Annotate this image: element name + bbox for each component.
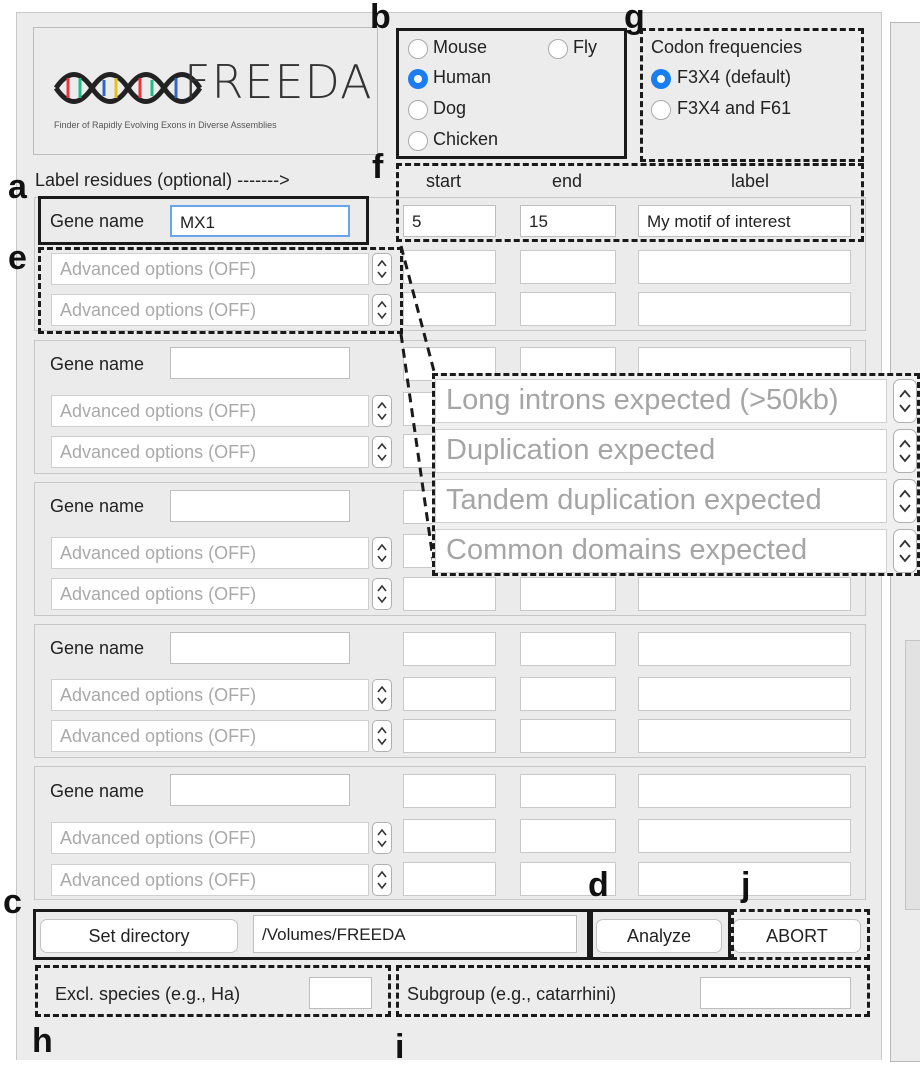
annotation-letter-g: g bbox=[624, 0, 645, 36]
residue-label-input[interactable] bbox=[638, 774, 851, 808]
residue-start-input[interactable] bbox=[403, 819, 496, 853]
annotation-box-g bbox=[640, 28, 864, 162]
annotation-box-h bbox=[35, 965, 391, 1017]
residue-end-input[interactable] bbox=[520, 719, 616, 753]
logo-tagline: Finder of Rapidly Evolving Exons in Dive… bbox=[54, 120, 277, 130]
residue-start-input[interactable] bbox=[403, 862, 496, 896]
advanced-option-long-introns[interactable]: Long introns expected (>50kb) bbox=[435, 379, 887, 423]
stepper-icon[interactable] bbox=[372, 679, 392, 711]
advanced-option-common-domains[interactable]: Common domains expected bbox=[435, 529, 887, 573]
logo-title: FREEDA bbox=[184, 55, 373, 109]
advanced-options-select[interactable]: Advanced options (OFF) bbox=[51, 720, 369, 752]
advanced-options-menu: Long introns expected (>50kb) Duplicatio… bbox=[432, 373, 920, 576]
residue-start-input[interactable] bbox=[403, 774, 496, 808]
stepper-icon[interactable] bbox=[372, 578, 392, 610]
residue-label-input[interactable] bbox=[638, 632, 851, 666]
annotation-box-f bbox=[396, 163, 864, 242]
annotation-letter-d: d bbox=[588, 866, 609, 904]
annotation-box-b bbox=[396, 28, 627, 159]
gene-name-label: Gene name bbox=[50, 638, 145, 658]
gene-name-input[interactable] bbox=[170, 490, 350, 522]
advanced-options-select[interactable]: Advanced options (OFF) bbox=[51, 822, 369, 854]
residue-label-input[interactable] bbox=[638, 250, 851, 284]
advanced-options-select[interactable]: Advanced options (OFF) bbox=[51, 864, 369, 896]
annotation-box-i bbox=[396, 965, 870, 1017]
annotation-letter-h: h bbox=[32, 1022, 53, 1060]
residue-label-input[interactable] bbox=[638, 292, 851, 326]
annotation-letter-b: b bbox=[370, 0, 391, 36]
residue-end-input[interactable] bbox=[520, 677, 616, 711]
annotation-box-a bbox=[38, 196, 369, 245]
residue-start-input[interactable] bbox=[403, 632, 496, 666]
annotation-letter-c: c bbox=[3, 883, 22, 921]
residue-label-input[interactable] bbox=[638, 819, 851, 853]
advanced-options-select[interactable]: Advanced options (OFF) bbox=[51, 537, 369, 569]
residue-end-input[interactable] bbox=[520, 250, 616, 284]
advanced-options-select[interactable]: Advanced options (OFF) bbox=[51, 436, 369, 468]
gene-name-label: Gene name bbox=[50, 496, 145, 516]
residue-start-input[interactable] bbox=[403, 577, 496, 611]
residue-end-input[interactable] bbox=[520, 819, 616, 853]
residue-label-input[interactable] bbox=[638, 577, 851, 611]
stepper-icon[interactable] bbox=[372, 395, 392, 427]
stepper-icon[interactable] bbox=[893, 429, 917, 473]
residue-start-input[interactable] bbox=[403, 677, 496, 711]
stepper-icon[interactable] bbox=[372, 720, 392, 752]
gene-name-input[interactable] bbox=[170, 347, 350, 379]
annotation-box-c bbox=[33, 909, 590, 960]
label-residues-title: Label residues (optional) -------> bbox=[35, 170, 290, 190]
annotation-letter-j: j bbox=[741, 866, 751, 904]
gene-name-label: Gene name bbox=[50, 354, 145, 374]
annotation-letter-f: f bbox=[372, 148, 384, 186]
annotation-letter-e: e bbox=[8, 239, 27, 277]
freeda-logo: FREEDA Finder of Rapidly Evolving Exons … bbox=[33, 27, 378, 155]
residue-end-input[interactable] bbox=[520, 774, 616, 808]
advanced-options-select[interactable]: Advanced options (OFF) bbox=[51, 578, 369, 610]
residue-end-input[interactable] bbox=[520, 632, 616, 666]
residue-label-input[interactable] bbox=[638, 719, 851, 753]
residue-end-input[interactable] bbox=[520, 577, 616, 611]
stepper-icon[interactable] bbox=[372, 537, 392, 569]
annotation-box-e bbox=[38, 247, 403, 334]
gene-name-label: Gene name bbox=[50, 781, 145, 801]
stepper-icon[interactable] bbox=[372, 864, 392, 896]
stepper-icon[interactable] bbox=[372, 822, 392, 854]
annotation-box-d bbox=[590, 909, 731, 960]
annotation-letter-a: a bbox=[8, 168, 27, 206]
gene-name-input[interactable] bbox=[170, 632, 350, 664]
advanced-options-select[interactable]: Advanced options (OFF) bbox=[51, 395, 369, 427]
annotation-letter-i: i bbox=[395, 1028, 405, 1066]
stepper-icon[interactable] bbox=[893, 479, 917, 523]
stepper-icon[interactable] bbox=[893, 529, 917, 573]
annotation-box-j bbox=[731, 909, 870, 960]
gene-name-input[interactable] bbox=[170, 774, 350, 806]
side-window-card bbox=[905, 640, 920, 910]
residue-label-input[interactable] bbox=[638, 677, 851, 711]
stepper-icon[interactable] bbox=[893, 379, 917, 423]
advanced-options-select[interactable]: Advanced options (OFF) bbox=[51, 679, 369, 711]
residue-start-input[interactable] bbox=[403, 719, 496, 753]
advanced-option-duplication[interactable]: Duplication expected bbox=[435, 429, 887, 473]
residue-end-input[interactable] bbox=[520, 292, 616, 326]
advanced-option-tandem-duplication[interactable]: Tandem duplication expected bbox=[435, 479, 887, 523]
stepper-icon[interactable] bbox=[372, 436, 392, 468]
